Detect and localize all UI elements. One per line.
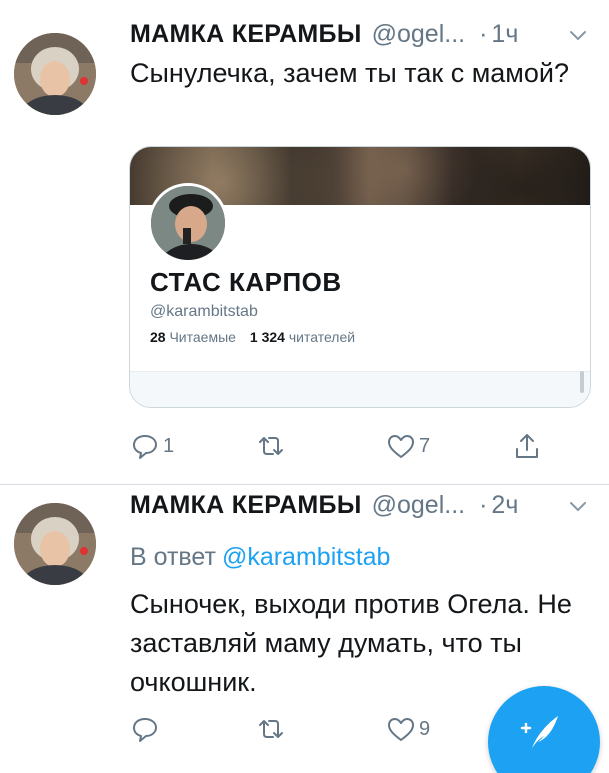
reply-icon [133,718,157,742]
card-profile-name: СТАС КАРПОВ [150,267,342,297]
tweet-text: Сынулечка, зачем ты так с мамой? [130,58,569,88]
chevron-down-icon[interactable] [565,22,591,48]
tweet-actions: 1 7 [130,428,560,464]
reply-icon [133,435,157,459]
card-footer [130,371,590,407]
share-button[interactable] [512,428,542,464]
reply-mention-link[interactable]: @karambitstab [222,543,391,571]
tweet-header: МАМКА КЕРАМБЫ @ogel... · 2ч [130,487,591,523]
followers-count: 1 324 [249,329,285,345]
reply-count: 1 [163,434,175,457]
reply-prefix: В ответ [130,543,216,571]
author-avatar[interactable] [14,503,96,585]
like-count: 7 [419,434,431,457]
tweet-time[interactable]: 1ч [491,20,518,49]
like-icon [388,718,414,741]
share-icon [516,434,538,458]
retweet-icon [259,437,283,455]
like-count: 9 [419,717,431,740]
profile-card[interactable]: СТАС КАРПОВ @karambitstab 28 Читаемые 1 3… [129,146,591,408]
compose-icon [520,716,558,748]
card-stats: 28 Читаемые 1 324 читателей [150,329,355,345]
author-handle[interactable]: @ogel... [372,491,465,520]
separator-dot: · [479,19,488,48]
followers-label: читателей [288,329,356,345]
tweet-header: МАМКА КЕРАМБЫ @ogel... · 1ч [130,16,591,52]
retweet-button[interactable] [256,711,289,747]
card-profile-handle: @karambitstab [150,303,258,320]
author-name[interactable]: МАМКА КЕРАМБЫ [130,491,362,520]
tweet-text: Сыночек, выходи против Огела. Не заставл… [130,589,572,697]
author-name[interactable]: МАМКА КЕРАМБЫ [130,20,362,49]
card-scrollbar [580,371,584,393]
following-count: 28 [150,329,166,345]
like-button[interactable]: 7 [386,428,430,464]
retweet-icon [259,720,283,738]
author-avatar[interactable] [14,33,96,115]
reply-button[interactable]: 1 [130,428,174,464]
tweet-time[interactable]: 2ч [491,491,518,520]
separator-dot: · [479,490,488,519]
like-icon [388,435,414,458]
reply-button[interactable] [130,711,163,747]
retweet-button[interactable] [256,428,289,464]
card-avatar [148,183,228,263]
chevron-down-icon[interactable] [565,493,591,519]
reply-context: В ответ @karambitstab [130,539,390,575]
tweet[interactable]: МАМКА КЕРАМБЫ @ogel... · 1ч Сынулечка, з… [0,0,609,484]
like-button[interactable]: 9 [386,711,430,747]
author-handle[interactable]: @ogel... [372,20,465,49]
following-label: Читаемые [169,329,236,345]
